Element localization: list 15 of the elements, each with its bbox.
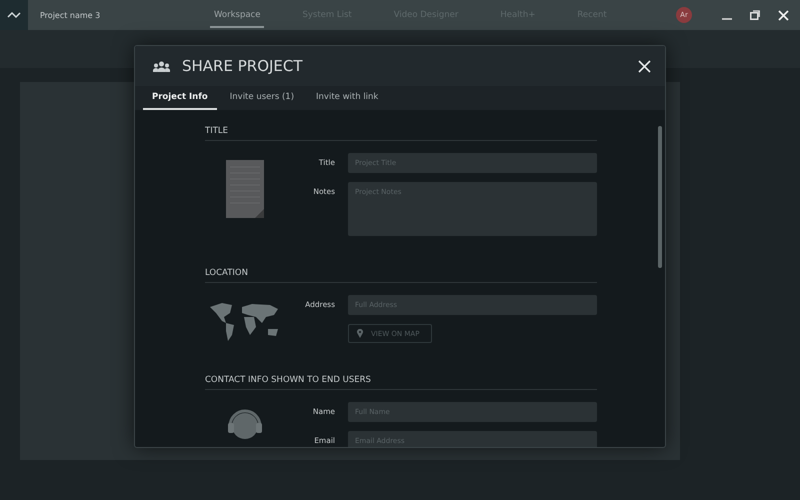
map-pin-icon	[357, 329, 363, 338]
dialog-tab[interactable]: Invite with link	[307, 86, 388, 110]
section-heading: LOCATION	[205, 268, 597, 283]
nav-tab[interactable]: Workspace	[210, 2, 264, 28]
notepad-icon	[225, 159, 265, 219]
section-heading: CONTACT INFO SHOWN TO END USERS	[205, 375, 597, 390]
scrollbar[interactable]	[658, 126, 662, 268]
users-icon	[153, 60, 170, 72]
headset-icon	[227, 408, 263, 442]
section-heading: TITLE	[205, 126, 597, 141]
dialog-title: SHARE PROJECT	[182, 57, 304, 75]
close-button[interactable]	[636, 58, 653, 74]
dialog-tab[interactable]: Invite users (1)	[220, 86, 304, 110]
dialog-tab[interactable]: Project Info	[143, 86, 217, 110]
project-name: Project name 3	[40, 10, 102, 20]
